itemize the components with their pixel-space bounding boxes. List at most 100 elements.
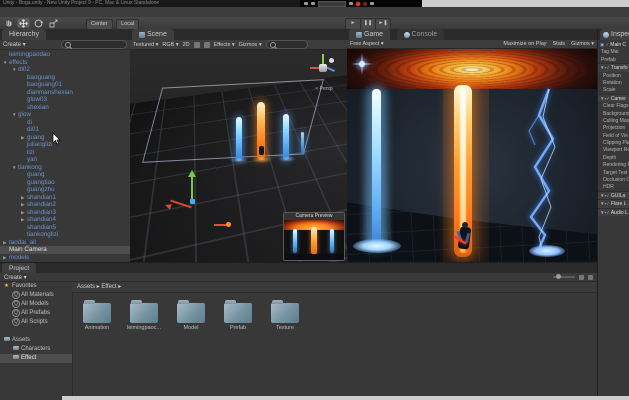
project-tree-item[interactable]: All Materials: [0, 291, 72, 300]
hierarchy-item[interactable]: yan: [0, 156, 130, 164]
tab-project[interactable]: Project: [2, 263, 37, 273]
project-tree-item[interactable]: Effect: [0, 354, 72, 363]
lock-icon[interactable]: [579, 274, 584, 280]
hierarchy-item[interactable]: ▼ tiankong: [0, 164, 130, 172]
tab-console[interactable]: Console: [396, 29, 445, 40]
aspect-dropdown[interactable]: Free Aspect ▾: [350, 41, 384, 47]
project-folder[interactable]: leimingpaoc...: [125, 299, 163, 331]
inspector-row[interactable]: Tag Mai: [598, 48, 629, 55]
inspector-row[interactable]: Camer: [598, 93, 629, 103]
hierarchy-item[interactable]: di01: [0, 126, 130, 134]
stop-icon[interactable]: [370, 2, 374, 5]
project-tree-item[interactable]: All Prefabs: [0, 309, 72, 318]
2d-toggle[interactable]: 2D: [183, 42, 190, 48]
tab-hierarchy[interactable]: Hierarchy: [2, 29, 46, 40]
project-folder[interactable]: Prefab: [219, 299, 257, 331]
inspector-row[interactable]: HDR: [598, 183, 629, 190]
scale-tool-button[interactable]: [47, 18, 60, 28]
hierarchy-item[interactable]: tiankonglizi: [0, 231, 130, 239]
inspector-row[interactable]: Culling Mas: [598, 117, 629, 124]
inspector-row[interactable]: Field of Vie: [598, 132, 629, 139]
move-tool-button[interactable]: [17, 18, 30, 28]
hierarchy-item[interactable]: shexian: [0, 104, 130, 112]
project-tree-item[interactable]: [0, 327, 72, 336]
tab-scene[interactable]: Scene: [132, 29, 174, 40]
speaker-icon[interactable]: [311, 2, 315, 5]
hierarchy-item[interactable]: shandian5: [0, 224, 130, 232]
hand-tool-button[interactable]: [2, 18, 15, 28]
inspector-row[interactable]: Prefab: [598, 56, 629, 63]
project-create-button[interactable]: Create ▾: [4, 274, 27, 281]
inspector-row[interactable]: Position: [598, 72, 629, 79]
inspector-row[interactable]: Transfo: [598, 63, 629, 72]
project-tree-item[interactable]: Characters: [0, 345, 72, 354]
tab-game[interactable]: Game: [349, 29, 391, 40]
project-tree-item[interactable]: All Models: [0, 300, 72, 309]
inspector-row[interactable]: Viewport Re: [598, 146, 629, 153]
hierarchy-item[interactable]: leimingpaodao: [0, 51, 130, 59]
hierarchy-item[interactable]: ▶ guang: [0, 134, 130, 142]
hierarchy-item[interactable]: baoguang: [0, 74, 130, 82]
shading-mode-dropdown[interactable]: Textured ▾: [133, 42, 158, 48]
hierarchy-item[interactable]: guang: [0, 171, 130, 179]
tab-inspector[interactable]: Inspector: [600, 29, 629, 40]
panel-menu-icon[interactable]: [588, 274, 593, 280]
camera-icon[interactable]: [304, 2, 308, 5]
hierarchy-item[interactable]: Main Camera: [0, 246, 130, 254]
hierarchy-item[interactable]: lizi: [0, 149, 130, 157]
gizmos-dropdown[interactable]: Gizmos ▾: [239, 42, 262, 48]
hierarchy-item[interactable]: guangzhu: [0, 186, 130, 194]
pivot-center-button[interactable]: Center: [86, 18, 113, 30]
audio-toggle-icon[interactable]: [203, 41, 210, 48]
record-dot2-icon[interactable]: [363, 1, 367, 6]
inspector-row[interactable]: Scale: [598, 86, 629, 93]
hierarchy-item[interactable]: baoguang01: [0, 81, 130, 89]
inspector-row[interactable]: Flare L: [598, 199, 629, 208]
lighting-toggle-icon[interactable]: [193, 41, 200, 48]
hierarchy-item[interactable]: ▶ shandian2: [0, 201, 130, 209]
hierarchy-item[interactable]: glow03: [0, 96, 130, 104]
perspective-label[interactable]: < Persp: [307, 86, 341, 92]
record-dot-icon[interactable]: [356, 1, 360, 6]
rotate-tool-button[interactable]: [32, 18, 45, 28]
project-folder[interactable]: Animation: [78, 299, 116, 331]
hierarchy-item[interactable]: ▶ shandian3: [0, 209, 130, 217]
hierarchy-search-input[interactable]: [61, 40, 127, 49]
inspector-row[interactable]: Rotation: [598, 79, 629, 86]
hierarchy-item[interactable]: ▶ taodai_all: [0, 239, 130, 247]
mic-icon[interactable]: [349, 2, 353, 5]
project-tree-item[interactable]: All Scripts: [0, 318, 72, 327]
inspector-row[interactable]: Main C: [598, 41, 629, 48]
effects-dropdown[interactable]: Effects ▾: [214, 42, 235, 48]
pivot-local-button[interactable]: Local: [116, 18, 140, 30]
inspector-row[interactable]: Projection: [598, 124, 629, 131]
hierarchy-item[interactable]: ▶ models: [0, 254, 130, 262]
inspector-row[interactable]: Background: [598, 110, 629, 117]
maximize-on-play-toggle[interactable]: Maximize on Play: [503, 41, 546, 47]
inspector-row[interactable]: Depth: [598, 154, 629, 161]
stats-toggle[interactable]: Stats: [553, 41, 566, 47]
game-viewport[interactable]: [347, 49, 597, 262]
hierarchy-item[interactable]: ▶ shandian1: [0, 194, 130, 202]
game-gizmos-dropdown[interactable]: Gizmos ▾: [571, 41, 594, 47]
hierarchy-item[interactable]: ▼ dl02: [0, 66, 130, 74]
project-folder[interactable]: Texture: [266, 299, 304, 331]
inspector-row[interactable]: Target Text: [598, 169, 629, 176]
hierarchy-item[interactable]: guangtiao: [0, 179, 130, 187]
hierarchy-item[interactable]: ▼ effects: [0, 59, 130, 67]
scene-orientation-gizmo[interactable]: [307, 52, 341, 86]
hierarchy-item[interactable]: ▼ glow: [0, 111, 130, 119]
scene-search-input[interactable]: [265, 40, 308, 49]
render-channel-dropdown[interactable]: RGB ▾: [162, 42, 178, 48]
hierarchy-item[interactable]: di: [0, 119, 130, 127]
project-tree-item[interactable]: Favorites: [0, 282, 72, 291]
inspector-row[interactable]: Occlusion C: [598, 176, 629, 183]
hierarchy-item[interactable]: julianglizi: [0, 141, 130, 149]
inspector-row[interactable]: Audio L: [598, 207, 629, 216]
hierarchy-create-button[interactable]: Create ▾: [3, 41, 26, 48]
scene-viewport[interactable]: < Persp Camera Preview: [130, 50, 347, 262]
hierarchy-item[interactable]: dianmanshexian: [0, 89, 130, 97]
hierarchy-item[interactable]: ▶ shandian4: [0, 216, 130, 224]
inspector-row[interactable]: Clear Flags: [598, 102, 629, 109]
thumbnail-size-slider[interactable]: [553, 274, 575, 279]
